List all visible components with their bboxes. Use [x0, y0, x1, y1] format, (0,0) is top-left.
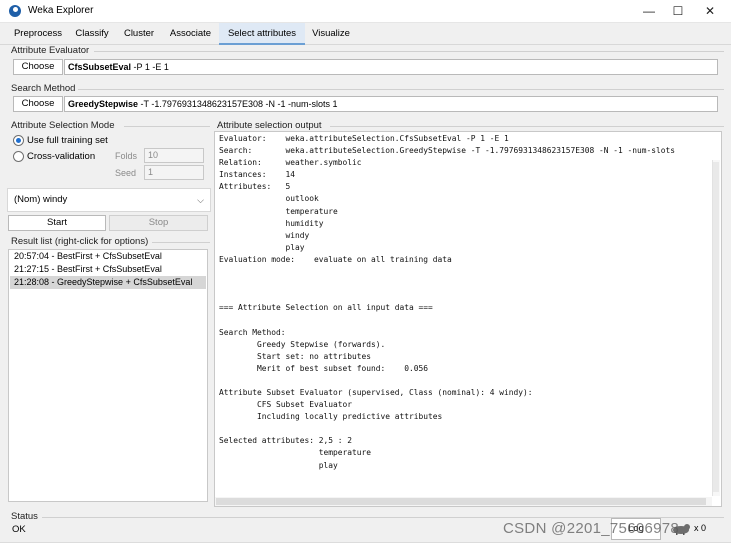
result-list-heading: Result list (right-click for options) [11, 236, 149, 247]
chevron-down-icon: ⌵ [197, 195, 204, 205]
search-config-field[interactable]: GreedyStepwise -T -1.7976931348623157E30… [64, 96, 718, 112]
tab-visualize[interactable]: Visualize [307, 23, 355, 45]
result-item[interactable]: 20:57:04 - BestFirst + CfsSubsetEval [10, 250, 206, 263]
window-title: Weka Explorer [28, 5, 94, 16]
output-text: Evaluator: weka.attributeSelection.CfsSu… [219, 134, 676, 470]
tab-bar: Preprocess Classify Cluster Associate Se… [0, 23, 731, 45]
tab-classify[interactable]: Classify [70, 23, 114, 45]
class-attribute-select[interactable]: (Nom) windy ⌵ [7, 188, 211, 212]
background-window-strip [0, 542, 731, 549]
status-message: OK [12, 524, 26, 535]
cross-validation-radio[interactable] [13, 151, 24, 162]
output-text-area[interactable]: Evaluator: weka.attributeSelection.CfsSu… [214, 131, 722, 507]
evaluator-choose-button[interactable]: Choose [13, 59, 63, 75]
tab-select-attributes[interactable]: Select attributes [219, 23, 305, 45]
search-choose-button[interactable]: Choose [13, 96, 63, 112]
result-item[interactable]: 21:27:15 - BestFirst + CfsSubsetEval [10, 263, 206, 276]
full-training-radio[interactable] [13, 135, 24, 146]
search-divider [78, 89, 724, 90]
tab-associate[interactable]: Associate [163, 23, 218, 45]
maximize-icon[interactable]: ☐ [664, 2, 692, 20]
cross-validation-label: Cross-validation [27, 151, 96, 162]
evaluator-divider [94, 51, 724, 52]
csdn-watermark: CSDN @2201_75606978 [503, 520, 680, 537]
seed-input[interactable]: 1 [144, 165, 204, 180]
evaluator-config-field[interactable]: CfsSubsetEval -P 1 -E 1 [64, 59, 718, 75]
evaluator-options: -P 1 -E 1 [131, 62, 169, 72]
search-heading: Search Method [11, 83, 76, 94]
folds-input[interactable]: 10 [144, 148, 204, 163]
weka-app-icon [9, 5, 21, 17]
search-name: GreedyStepwise [68, 99, 139, 109]
tab-preprocess[interactable]: Preprocess [8, 23, 68, 45]
folds-label: Folds [115, 151, 138, 161]
mode-divider [124, 126, 210, 127]
start-button[interactable]: Start [8, 215, 106, 231]
stop-button[interactable]: Stop [109, 215, 208, 231]
minimize-icon[interactable]: — [635, 2, 663, 20]
result-item[interactable]: 21:28:08 - GreedyStepwise + CfsSubsetEva… [10, 276, 206, 289]
title-bar [0, 0, 731, 23]
output-heading: Attribute selection output [217, 120, 322, 131]
seed-label: Seed [115, 168, 137, 178]
close-icon[interactable]: ✕ [696, 2, 724, 20]
result-list-divider [152, 242, 210, 243]
evaluator-heading: Attribute Evaluator [11, 45, 90, 56]
output-vertical-scroll-thumb[interactable] [713, 162, 719, 492]
tab-cluster[interactable]: Cluster [118, 23, 160, 45]
class-attribute-value: (Nom) windy [14, 194, 68, 205]
task-count: x 0 [694, 523, 707, 533]
search-options: -T -1.7976931348623157E308 -N -1 -num-sl… [138, 99, 338, 109]
output-divider [330, 126, 724, 127]
output-horizontal-scroll-thumb[interactable] [216, 498, 706, 505]
result-list[interactable]: 20:57:04 - BestFirst + CfsSubsetEval 21:… [8, 249, 208, 502]
mode-heading: Attribute Selection Mode [11, 120, 115, 131]
full-training-label: Use full training set [27, 135, 108, 146]
evaluator-name: CfsSubsetEval [68, 62, 132, 72]
status-heading: Status [11, 511, 38, 522]
